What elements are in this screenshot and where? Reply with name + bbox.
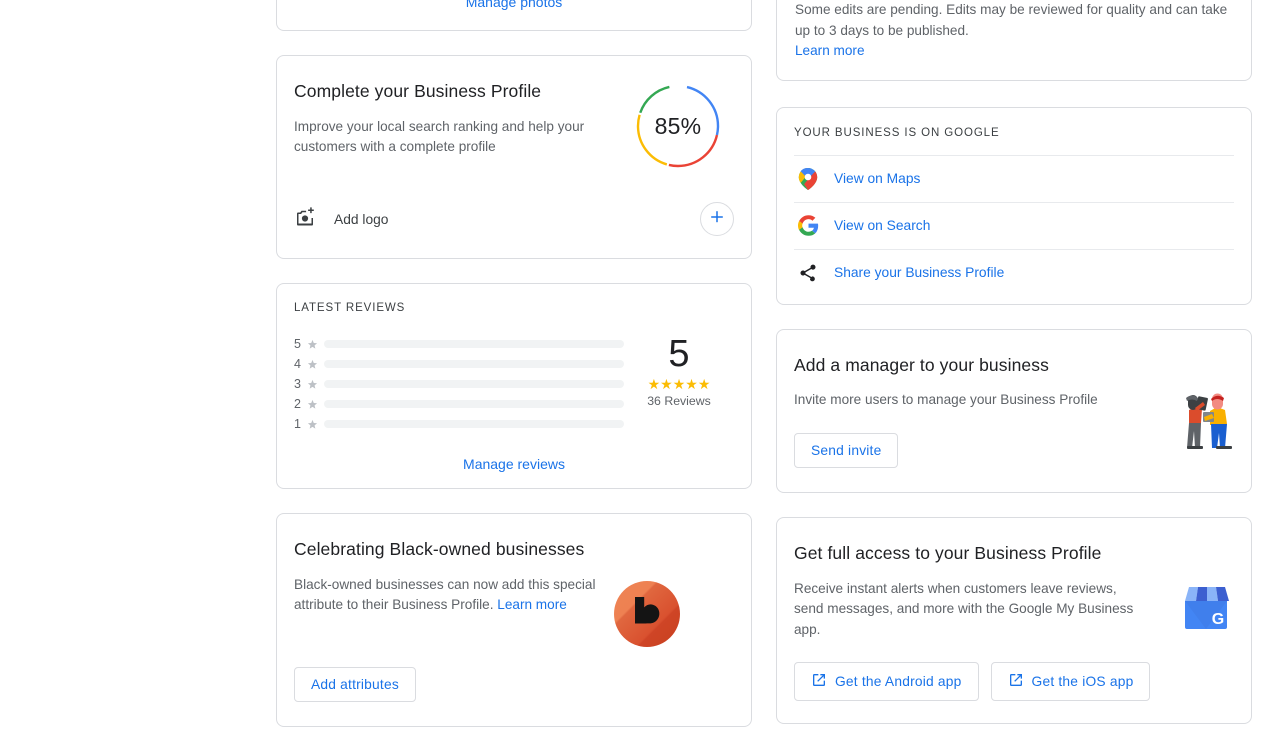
- view-on-search-row[interactable]: View on Search: [794, 201, 1234, 249]
- get-android-app-label: Get the Android app: [835, 674, 962, 689]
- complete-profile-subtitle: Improve your local search ranking and he…: [294, 118, 585, 155]
- camera-add-icon: [294, 205, 318, 234]
- add-manager-description: Invite more users to manage your Busines…: [794, 392, 1098, 408]
- svg-text:G: G: [1212, 611, 1224, 628]
- rating-bar-number: 1: [294, 417, 301, 431]
- average-rating-value: 5: [668, 333, 690, 375]
- star-icon: [307, 339, 318, 350]
- rating-bar-track: [324, 400, 624, 408]
- star-icon: [307, 359, 318, 370]
- plus-icon: [709, 209, 725, 230]
- rating-bar-number: 2: [294, 397, 301, 411]
- rating-bar-track: [324, 360, 624, 368]
- right-column: Some edits are pending. Edits may be rev…: [776, 0, 1252, 748]
- two-people-illustration: [1172, 390, 1234, 461]
- full-access-card: Get full access to your Business Profile…: [776, 516, 1252, 724]
- rating-bar-number: 4: [294, 357, 301, 371]
- rating-bar-number: 3: [294, 377, 301, 391]
- add-logo-button[interactable]: Add logo: [294, 205, 388, 234]
- app-buttons-row: Get the Android app Get the iOS app: [794, 662, 1234, 701]
- black-owned-description: Black-owned businesses can now add this …: [294, 575, 606, 616]
- star-icon: [307, 419, 318, 430]
- profile-completion-ring: 85%: [634, 82, 722, 170]
- full-access-title: Get full access to your Business Profile: [794, 542, 1102, 563]
- black-owned-businesses-card: Celebrating Black-owned businesses Black…: [276, 513, 752, 727]
- google-g-icon: [796, 214, 820, 238]
- star-icon: [307, 399, 318, 410]
- photos-card-partial: Manage photos: [276, 0, 752, 31]
- complete-profile-card: Complete your Business Profile Improve y…: [276, 55, 752, 259]
- view-on-search-label: View on Search: [834, 218, 931, 233]
- rating-bar-row: 4: [294, 354, 624, 374]
- pending-edits-text: Some edits are pending. Edits may be rev…: [795, 2, 1228, 38]
- send-invite-button[interactable]: Send invite: [794, 432, 899, 468]
- rating-bar-row: 5: [294, 334, 624, 354]
- share-profile-row[interactable]: Share your Business Profile: [794, 248, 1234, 296]
- external-link-icon: [1008, 672, 1024, 691]
- latest-reviews-card: LATEST REVIEWS 5 4 3 2 1 5 ★★★★★ 36 Revi…: [276, 283, 752, 489]
- add-item-button[interactable]: [700, 202, 734, 236]
- share-icon: [796, 261, 820, 285]
- latest-reviews-label: LATEST REVIEWS: [294, 302, 406, 314]
- pending-edits-learn-more-link[interactable]: Learn more: [795, 43, 865, 58]
- add-attributes-button[interactable]: Add attributes: [294, 666, 416, 702]
- get-android-app-button[interactable]: Get the Android app: [794, 662, 979, 701]
- add-logo-label: Add logo: [334, 211, 389, 227]
- rating-bar-track: [324, 340, 624, 348]
- rating-bar-row: 2: [294, 394, 624, 414]
- add-manager-card: Add a manager to your business Invite mo…: [776, 328, 1252, 493]
- average-rating-stars: ★★★★★: [647, 376, 711, 392]
- rating-bar-track: [324, 380, 624, 388]
- get-ios-app-button[interactable]: Get the iOS app: [990, 662, 1151, 701]
- get-ios-app-label: Get the iOS app: [1031, 674, 1134, 689]
- manage-photos-link[interactable]: Manage photos: [466, 0, 563, 10]
- google-my-business-storefront-icon: G: [1178, 579, 1234, 640]
- add-manager-body: Invite more users to manage your Busines…: [794, 390, 1234, 468]
- black-owned-title: Celebrating Black-owned businesses: [294, 539, 585, 559]
- rating-distribution: 5 4 3 2 1: [294, 330, 624, 434]
- reviews-body: 5 4 3 2 1 5 ★★★★★ 36 Reviews: [294, 330, 734, 434]
- average-rating-block: 5 ★★★★★ 36 Reviews: [624, 330, 734, 408]
- rating-bar-number: 5: [294, 337, 301, 351]
- black-owned-body: Black-owned businesses can now add this …: [294, 575, 734, 647]
- rating-bar-row: 1: [294, 414, 624, 434]
- black-owned-learn-more-link[interactable]: Learn more: [497, 597, 567, 612]
- rating-bar-track: [324, 420, 624, 428]
- share-profile-label: Share your Business Profile: [834, 265, 1005, 280]
- dashboard-page: Manage photos Complete your Business Pro…: [0, 0, 1286, 751]
- left-column: Manage photos Complete your Business Pro…: [276, 0, 752, 751]
- profile-completion-percent: 85%: [654, 112, 702, 139]
- view-on-maps-row[interactable]: View on Maps: [794, 154, 1234, 202]
- complete-profile-title: Complete your Business Profile: [294, 81, 542, 101]
- full-access-description: Receive instant alerts when customers le…: [794, 580, 1134, 637]
- external-link-icon: [811, 672, 827, 691]
- business-on-google-label: YOUR BUSINESS IS ON GOOGLE: [794, 126, 1000, 139]
- pending-edits-card: Some edits are pending. Edits may be rev…: [776, 0, 1252, 81]
- business-on-google-card: YOUR BUSINESS IS ON GOOGLE View on Maps: [776, 106, 1252, 305]
- review-count: 36 Reviews: [647, 394, 711, 408]
- google-maps-pin-icon: [796, 167, 820, 191]
- add-manager-title: Add a manager to your business: [794, 354, 1049, 375]
- view-on-maps-label: View on Maps: [834, 171, 921, 186]
- star-icon: [307, 379, 318, 390]
- manage-reviews-link[interactable]: Manage reviews: [294, 434, 734, 472]
- complete-profile-footer: Add logo: [294, 202, 734, 236]
- rating-bar-row: 3: [294, 374, 624, 394]
- complete-profile-body: Complete your Business Profile Improve y…: [294, 80, 734, 170]
- black-owned-heart-icon: [614, 580, 680, 647]
- full-access-body: Receive instant alerts when customers le…: [794, 579, 1234, 641]
